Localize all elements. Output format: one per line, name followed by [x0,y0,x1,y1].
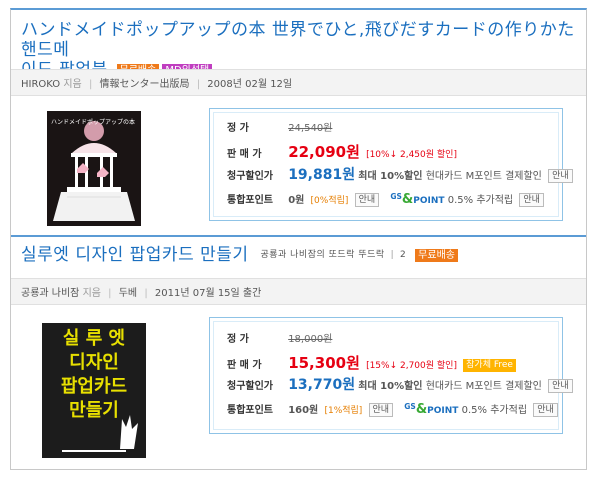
card-price-row: 청구할인가 13,770원 최대 10%할인 현대카드 M포인트 결제할인 안내 [227,377,573,393]
point-info-button[interactable]: 안내 [368,403,394,417]
sale-price: 22,090원 [288,143,360,161]
point-rate: [1%적립] [324,406,363,416]
author-role: 지음 [82,288,101,299]
price-box: 정 가 18,000원 판 매 가 15,300원 [15%↓ 2,700원 할… [209,317,573,434]
list-price-row: 정 가 24,540원 [227,121,332,137]
list-price-label: 정 가 [227,334,249,345]
book-cover[interactable]: 실 루 엣 디자인 팝업카드 만들기 [42,323,146,458]
card-price: 19,881원 [288,167,356,183]
price-box: 정 가 24,540원 판 매 가 22,090원 [10%↓ 2,450원 할… [209,108,573,221]
book-list: ハンドメイドポップアップの本 世界でひと,飛びだすカードの作りかた 핸드메 이드… [10,8,587,470]
gs-point-logo: GS&POINT [390,189,444,209]
author-link[interactable]: 공룡과 나비잠 [21,288,79,299]
cover-title: ハンドメイドポップアップの本 [51,119,136,126]
card-note: 최대 10%할인 [358,381,423,392]
series-name[interactable]: 공룡과 나비잠의 또드락 뚜드락 [260,250,384,260]
cover-title: 실 루 엣 디자인 팝업카드 만들기 [48,327,140,423]
card-info-button[interactable]: 안내 [548,169,573,183]
book-title-line1[interactable]: ハンドメイドポップアップの本 世界でひと,飛びだすカードの作りかた 핸드메 [21,20,575,60]
sale-discount: [10%↓ 2,450원 할인] [366,150,457,160]
card-note: 최대 10%할인 [358,171,423,182]
list-price: 18,000원 [288,334,333,345]
point-info-button[interactable]: 안내 [354,193,380,207]
cover-line: 팝업카드 [60,376,128,397]
gs-info-button[interactable]: 안내 [519,193,544,207]
gs-suffix: POINT [413,196,445,206]
book-title[interactable]: 실루엣 디자인 팝업카드 만들기 공룡과 나비잠의 또드락 뚜드락 | 2 무료… [21,245,458,265]
card-price-row: 청구할인가 19,881원 최대 10%할인 현대카드 M포인트 결제할인 안내 [227,167,573,183]
gs-point-logo: GS&POINT [404,399,458,419]
point-label: 통합포인트 [227,405,273,416]
book-divider [11,235,586,237]
cover-line: 만들기 [69,400,119,421]
book-cover[interactable]: ハンドメイドポップアップの本 [47,111,141,226]
card-price-label: 청구할인가 [227,381,273,392]
publish-date: 2011년 07월 15일 출간 [154,288,262,299]
gs-prefix: GS [404,402,416,411]
point-value: 160원 [288,405,319,416]
publisher-link[interactable]: 情報センター出版局 [100,79,190,90]
gs-symbol: & [415,402,428,417]
book-meta: 공룡과 나비잠 지음 | 두베 | 2011년 07월 15일 출간 [21,288,262,299]
card-price: 13,770원 [288,377,356,393]
point-row: 통합포인트 160원 [1%적립] 안내 GS&POINT 0.5% 추가적립 … [227,399,558,417]
gs-symbol: & [401,192,414,207]
publisher-link[interactable]: 두베 [119,288,137,299]
sale-discount: [15%↓ 2,700원 할인] [366,361,457,371]
gs-point-text: 0.5% 추가적립 [447,195,514,206]
sale-badge: 참가체 Free [463,358,516,372]
cover-line: 실 루 엣 [62,328,126,349]
sale-price-row: 판 매 가 15,300원 [15%↓ 2,700원 할인] 참가체 Free [227,354,516,372]
gs-suffix: POINT [427,406,459,416]
author-link[interactable]: HIROKO [21,79,60,90]
sale-price-label: 판 매 가 [227,360,262,371]
publish-date: 2008년 02월 12일 [207,79,293,90]
gs-info-button[interactable]: 안내 [533,403,558,417]
sale-price: 15,300원 [288,354,360,372]
book-meta: HIROKO 지음 | 情報センター出版局 | 2008년 02월 12일 [21,79,293,90]
card-detail: 현대카드 M포인트 결제할인 [425,171,542,182]
gs-prefix: GS [390,192,402,201]
list-price-row: 정 가 18,000원 [227,332,332,348]
card-info-button[interactable]: 안내 [548,379,573,393]
carousel-cover-art [47,111,141,226]
card-detail: 현대카드 M포인트 결제할인 [425,381,542,392]
author-role: 지음 [63,79,82,90]
card-price-label: 청구할인가 [227,171,273,182]
point-row: 통합포인트 0원 [0%적립] 안내 GS&POINT 0.5% 추가적립 안내 [227,189,544,207]
list-price-label: 정 가 [227,123,249,134]
point-value: 0원 [288,195,305,206]
point-label: 통합포인트 [227,195,273,206]
gs-point-text: 0.5% 추가적립 [461,405,528,416]
point-rate: [0%적립] [310,196,349,206]
series-number: 2 [400,250,407,260]
cover-line: 디자인 [69,352,119,373]
sale-price-label: 판 매 가 [227,149,262,160]
list-price: 24,540원 [288,123,333,134]
book-title-text[interactable]: 실루엣 디자인 팝업카드 만들기 [21,245,249,265]
free-shipping-badge: 무료배송 [415,248,458,262]
sale-price-row: 판 매 가 22,090원 [10%↓ 2,450원 할인] [227,144,457,160]
